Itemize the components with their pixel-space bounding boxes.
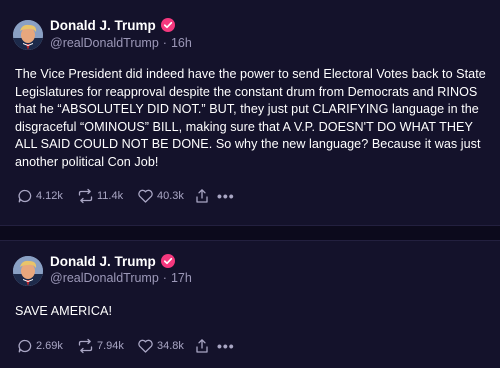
author-handle[interactable]: @realDonaldTrump (50, 271, 159, 287)
author-handle[interactable]: @realDonaldTrump (50, 36, 159, 52)
display-name[interactable]: Donald J. Trump (50, 254, 156, 269)
post-separator (0, 225, 500, 241)
meta-separator: · (162, 36, 167, 50)
reply-count: 4.12k (36, 190, 63, 202)
post[interactable]: Donald J. Trump @realDonaldTrump · 16h T… (0, 0, 500, 225)
meta-separator: · (162, 271, 167, 285)
more-options-button[interactable]: ••• (217, 188, 241, 204)
like-count: 34.8k (157, 340, 184, 352)
reply-icon (17, 338, 33, 354)
like-count: 40.3k (157, 190, 184, 202)
reply-button[interactable]: 2.69k (17, 338, 77, 354)
heart-icon (137, 338, 154, 354)
verified-badge-icon (160, 18, 175, 32)
share-button[interactable] (195, 188, 217, 204)
repost-button[interactable]: 7.94k (77, 338, 137, 354)
post[interactable]: Donald J. Trump @realDonaldTrump · 17h S… (0, 241, 500, 368)
share-button[interactable] (195, 338, 217, 354)
display-name[interactable]: Donald J. Trump (50, 18, 156, 33)
post-body: The Vice President did indeed have the p… (15, 67, 486, 169)
more-icon: ••• (217, 188, 235, 204)
author-line: Donald J. Trump (50, 252, 175, 270)
post-body: SAVE AMERICA! (15, 304, 112, 318)
share-icon (195, 338, 209, 354)
more-icon: ••• (217, 338, 235, 354)
avatar[interactable] (13, 256, 43, 286)
verified-badge-icon (160, 254, 175, 268)
share-icon (195, 188, 209, 204)
avatar[interactable] (13, 20, 43, 50)
repost-count: 7.94k (97, 340, 124, 352)
repost-icon (77, 188, 94, 204)
post-feed: Donald J. Trump @realDonaldTrump · 16h T… (0, 0, 500, 368)
repost-button[interactable]: 11.4k (77, 188, 137, 204)
repost-icon (77, 338, 94, 354)
like-button[interactable]: 34.8k (137, 338, 195, 354)
reply-icon (17, 188, 33, 204)
reply-count: 2.69k (36, 340, 63, 352)
post-time[interactable]: 17h (171, 271, 192, 287)
post-time[interactable]: 16h (171, 36, 192, 52)
post-meta: @realDonaldTrump · 16h (50, 36, 192, 52)
post-actions: 4.12k 11.4k 40.3k ••• (17, 187, 241, 205)
post-meta: @realDonaldTrump · 17h (50, 271, 192, 287)
more-options-button[interactable]: ••• (217, 338, 241, 354)
reply-button[interactable]: 4.12k (17, 188, 77, 204)
repost-count: 11.4k (97, 190, 124, 202)
post-actions: 2.69k 7.94k 34.8k ••• (17, 337, 241, 355)
heart-icon (137, 188, 154, 204)
like-button[interactable]: 40.3k (137, 188, 195, 204)
author-line: Donald J. Trump (50, 16, 175, 34)
